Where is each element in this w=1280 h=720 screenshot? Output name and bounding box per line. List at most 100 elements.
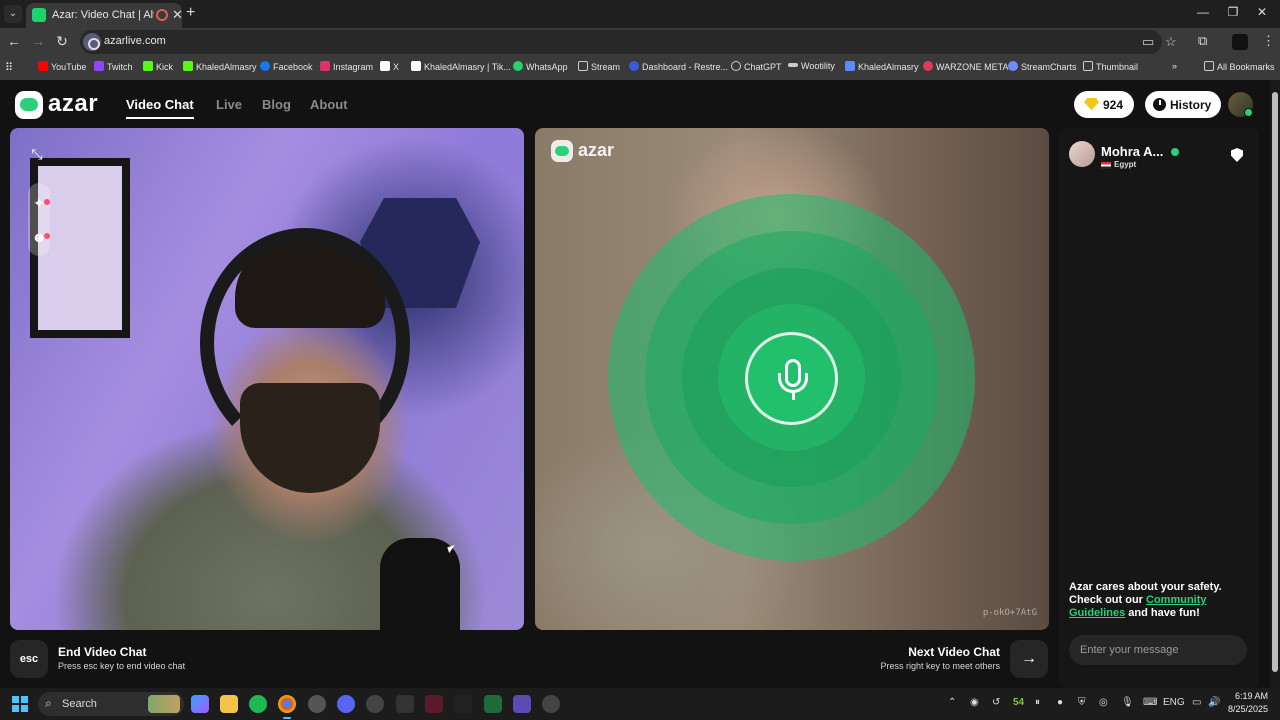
windows-start-icon[interactable]	[12, 696, 28, 712]
azar-logo-icon[interactable]	[15, 91, 43, 119]
nav-blog[interactable]: Blog	[262, 97, 291, 112]
bookmark-label: Stream	[591, 62, 621, 72]
bookmark-thumbnail[interactable]: Thumbnail	[1083, 61, 1138, 72]
bookmark-chatgpt[interactable]: ChatGPT	[731, 61, 782, 72]
bookmark-twitch[interactable]: Twitch	[94, 61, 133, 72]
bookmark-x[interactable]: X	[380, 61, 399, 72]
bookmark-star-icon[interactable]: ☆	[1165, 34, 1177, 50]
history-label: History	[1170, 98, 1212, 112]
partner-avatar[interactable]	[1069, 141, 1095, 167]
game-controller-icon[interactable]	[513, 695, 531, 713]
streamdeck-icon[interactable]	[396, 695, 414, 713]
call-of-duty-icon[interactable]	[454, 695, 472, 713]
bookmark-kick[interactable]: Kick	[143, 61, 173, 72]
back-icon[interactable]: ←	[5, 33, 23, 49]
arrow-tray-icon[interactable]: ↺	[992, 697, 1000, 708]
recording-icon	[156, 9, 168, 21]
reload-icon[interactable]: ↻	[53, 33, 71, 50]
nav-about[interactable]: About	[310, 97, 348, 112]
bookmarks-overflow-icon[interactable]: »	[1172, 61, 1177, 71]
network-icon[interactable]: ▭	[1192, 697, 1201, 708]
taskbar-date[interactable]: 8/25/2025	[1222, 704, 1268, 714]
forward-icon[interactable]: →	[29, 33, 47, 49]
apps-icon[interactable]: ⠿	[5, 61, 13, 74]
bookmark-instagram[interactable]: Instagram	[320, 61, 373, 72]
globe-tray-icon[interactable]: ◎	[1099, 697, 1108, 708]
bookmark-facebook[interactable]: Facebook	[260, 61, 313, 72]
volume-icon[interactable]: 🔊	[1208, 697, 1220, 708]
bookmark-label: Thumbnail	[1096, 62, 1139, 72]
file-explorer-icon[interactable]	[220, 695, 238, 713]
next-chat-title[interactable]: Next Video Chat	[908, 645, 1000, 659]
profile-icon[interactable]	[1232, 34, 1248, 50]
spotify-icon[interactable]	[249, 695, 267, 713]
bookmark-tiktok[interactable]: KhaledAlmasry | Tik...	[411, 61, 511, 72]
microphone-tray-icon[interactable]: 🎙	[1121, 697, 1134, 708]
record-tray-icon[interactable]: ●	[1057, 697, 1063, 708]
bookmark-wootility[interactable]: Wootility	[788, 61, 835, 71]
shield-tray-icon[interactable]: ⛨	[1078, 697, 1086, 708]
keyboard-tray-icon[interactable]: ⌨	[1143, 697, 1157, 708]
address-bar[interactable]: azarlive.com ▭ ☆	[80, 30, 1177, 54]
bookmark-label: Twitch	[107, 62, 133, 72]
bookmark-youtube[interactable]: YouTube	[38, 61, 86, 72]
bookmark-khaledalmasry-2[interactable]: KhaledAlmasry	[845, 61, 919, 72]
bookmark-khaledalmasry-kick[interactable]: KhaledAlmasry	[183, 61, 257, 72]
safety-text: Azar cares about your safety.	[1069, 581, 1222, 593]
language-indicator[interactable]: ENG	[1163, 697, 1185, 708]
notification-dot	[44, 199, 50, 205]
facebook-icon	[260, 61, 270, 71]
maximize-icon[interactable]: ❐	[1223, 5, 1243, 19]
chrome-icon[interactable]	[278, 695, 296, 719]
close-window-icon[interactable]: ✕	[1252, 5, 1272, 19]
menu-icon[interactable]: ⋮	[1262, 33, 1275, 49]
taskbar-search[interactable]: ⌕ Search	[38, 692, 184, 716]
discord-tray-icon[interactable]: ◉	[970, 697, 979, 708]
extensions-icon[interactable]: ⧉	[1198, 33, 1207, 49]
collapse-video-icon[interactable]: ⤡	[26, 146, 48, 163]
search-highlight-image	[148, 695, 180, 713]
end-chat-title[interactable]: End Video Chat	[58, 645, 146, 659]
page-scrollbar[interactable]	[1270, 80, 1280, 688]
tray-overflow-icon[interactable]: ⌃	[948, 697, 956, 708]
azar-favicon-icon	[32, 8, 46, 22]
message-input[interactable]	[1069, 635, 1247, 665]
obs-icon[interactable]	[308, 695, 326, 713]
new-tab-icon[interactable]: +	[186, 4, 195, 22]
bookmark-streamcharts[interactable]: StreamCharts	[1008, 61, 1077, 72]
report-shield-icon[interactable]	[1231, 148, 1243, 162]
site-info-icon[interactable]	[83, 33, 101, 51]
browser-tab[interactable]: Azar: Video Chat | Alternati ✕	[26, 3, 183, 28]
azar-watermark-icon	[551, 140, 573, 162]
end-chat-esc-button[interactable]: esc	[10, 640, 48, 678]
next-chat-arrow-button[interactable]: →	[1010, 640, 1048, 678]
valorant-icon[interactable]	[425, 695, 443, 713]
settings-icon[interactable]	[542, 695, 560, 713]
chat-panel: Mohra A... Egypt Azar cares about your s…	[1059, 128, 1259, 688]
razer-icon[interactable]	[484, 695, 502, 713]
bookmark-warzone[interactable]: WARZONE META	[923, 61, 1009, 72]
app-icon[interactable]	[366, 695, 384, 713]
nav-live[interactable]: Live	[216, 97, 242, 112]
tab-list-icon[interactable]: ⌄	[4, 5, 22, 23]
all-bookmarks[interactable]: All Bookmarks	[1204, 61, 1275, 72]
copilot-icon[interactable]	[191, 695, 209, 713]
discord-icon[interactable]	[337, 695, 355, 713]
minimize-icon[interactable]: —	[1193, 5, 1213, 19]
azar-logo-text[interactable]: azar	[48, 90, 98, 118]
tray-counter[interactable]: 54	[1013, 697, 1024, 708]
taskbar-time[interactable]: 6:19 AM	[1230, 691, 1268, 701]
scrollbar-thumb[interactable]	[1272, 92, 1278, 672]
cast-icon[interactable]: ▭	[1142, 34, 1154, 50]
bookmark-stream[interactable]: Stream	[578, 61, 620, 72]
microphone-icon	[745, 332, 838, 425]
youtube-icon	[38, 61, 48, 71]
pause-tray-icon[interactable]: ⏸	[1035, 697, 1040, 708]
bookmark-whatsapp[interactable]: WhatsApp	[513, 61, 568, 72]
bookmark-restream[interactable]: Dashboard - Restre...	[629, 61, 728, 72]
partner-name[interactable]: Mohra A...	[1101, 144, 1163, 159]
nav-video-chat[interactable]: Video Chat	[126, 97, 194, 112]
history-button[interactable]: History	[1145, 91, 1221, 118]
gems-button[interactable]: 924	[1074, 91, 1134, 118]
close-tab-icon[interactable]: ✕	[172, 7, 183, 23]
